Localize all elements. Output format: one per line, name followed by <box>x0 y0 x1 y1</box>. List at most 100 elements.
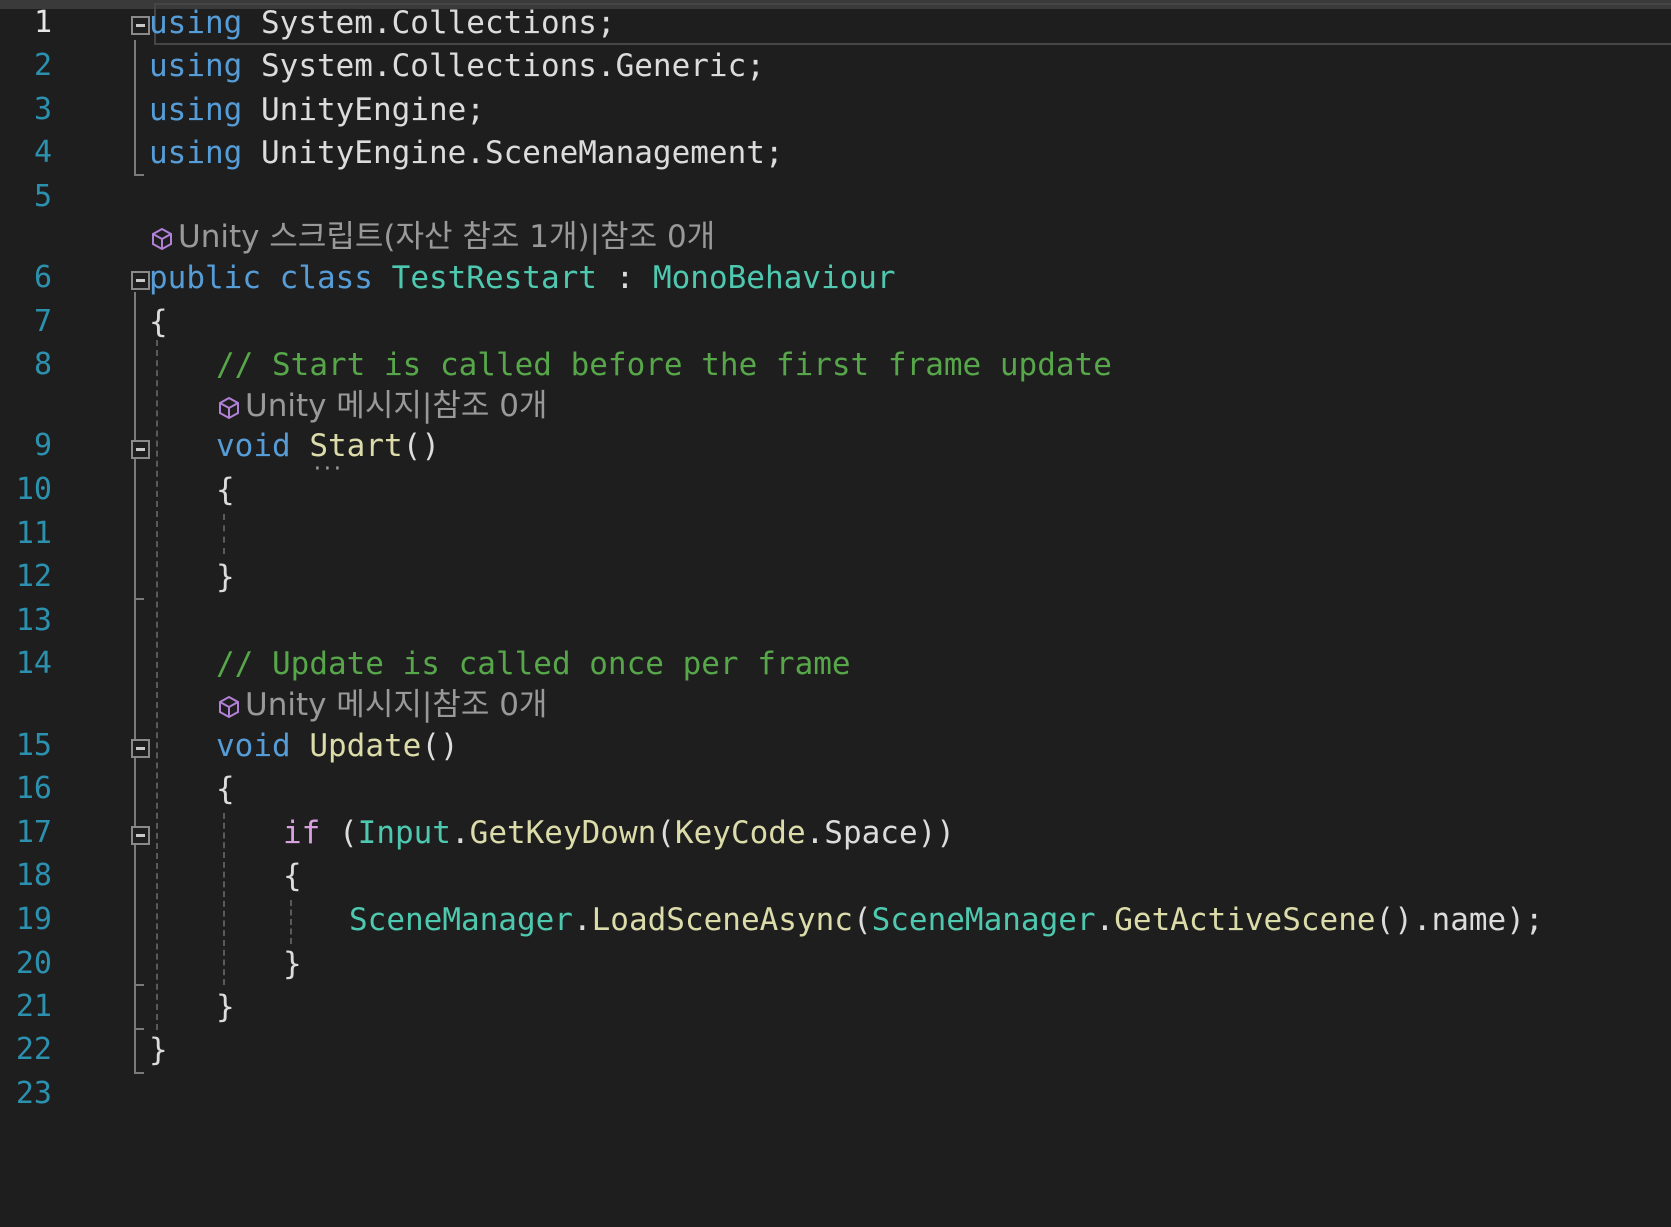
control-keyword: if <box>283 815 321 851</box>
code-text: () <box>421 728 459 764</box>
indent-guide <box>156 340 158 1030</box>
line-number: 14 <box>15 646 52 681</box>
line-number: 17 <box>15 815 52 850</box>
line-number: 10 <box>15 472 52 507</box>
keyword: using <box>149 48 243 84</box>
type-name: SceneManager <box>871 902 1096 938</box>
code-line-12[interactable]: } <box>216 557 235 597</box>
keyword: void <box>216 728 291 764</box>
line-number: 3 <box>33 92 52 127</box>
code-line-15[interactable]: void Update() <box>216 726 459 766</box>
line-number: 8 <box>33 347 52 382</box>
code-line-6[interactable]: public class TestRestart : MonoBehaviour <box>149 258 896 298</box>
code-text: ( <box>852 902 872 938</box>
code-line-7[interactable]: { <box>149 302 168 342</box>
collapse-if-button[interactable] <box>131 826 150 845</box>
line-number: 15 <box>15 728 52 763</box>
method-name: LoadSceneAsync <box>591 902 853 938</box>
code-line-2[interactable]: using System.Collections.Generic; <box>149 46 765 86</box>
codelens-text: Unity 스크립트(자산 참조 1개)|참조 0개 <box>178 219 716 255</box>
code-editor[interactable]: 1 2 3 4 5 6 7 8 9 10 11 12 13 14 15 16 1… <box>0 0 1671 1227</box>
outline-tick <box>134 1028 144 1030</box>
code-text: () <box>402 428 440 464</box>
code-line-3[interactable]: using UnityEngine; <box>149 90 485 130</box>
code-text: ( <box>320 815 358 851</box>
line-number: 19 <box>15 902 52 937</box>
line-number: 20 <box>15 946 52 981</box>
code-text: System.Collections.Generic; <box>242 48 765 84</box>
type-name: Input <box>357 815 451 851</box>
code-line-8[interactable]: // Start is called before the first fram… <box>216 345 1112 385</box>
code-line-9[interactable]: void Start() <box>216 426 440 466</box>
code-text: )) <box>917 815 955 851</box>
codelens-class[interactable]: Unity 스크립트(자산 참조 1개)|참조 0개 <box>150 217 715 261</box>
codelens-text: Unity 메시지|참조 0개 <box>245 687 548 723</box>
line-number: 11 <box>15 516 52 551</box>
indent-guide <box>223 514 225 554</box>
code-text: : <box>596 260 653 296</box>
method-name: Start <box>309 428 402 464</box>
code-line-16[interactable]: { <box>216 769 235 809</box>
codelens-update[interactable]: Unity 메시지|참조 0개 <box>217 685 547 729</box>
collapse-start-button[interactable] <box>131 440 150 459</box>
unity-cube-icon <box>217 390 245 430</box>
line-number: 9 <box>33 428 52 463</box>
method-name: GetKeyDown <box>469 815 657 851</box>
collapse-update-button[interactable] <box>131 739 150 758</box>
enum-name: KeyCode <box>674 815 806 851</box>
outline-tick <box>134 984 144 986</box>
keyword: using <box>149 92 243 128</box>
line-number: 2 <box>33 48 52 83</box>
code-text: ().name); <box>1375 902 1544 938</box>
keyword: public <box>149 260 261 296</box>
codelens-start[interactable]: Unity 메시지|참조 0개 <box>217 386 547 430</box>
line-number: 7 <box>33 304 52 339</box>
base-class-name: MonoBehaviour <box>652 260 896 296</box>
code-line-17[interactable]: if (Input.GetKeyDown(KeyCode.Space)) <box>283 813 955 853</box>
line-number: 4 <box>33 135 52 170</box>
outline-tick <box>134 174 144 176</box>
code-line-20[interactable]: } <box>283 944 302 984</box>
code-line-10[interactable]: { <box>216 470 235 510</box>
code-line-4[interactable]: using UnityEngine.SceneManagement; <box>149 133 784 173</box>
code-text: . <box>450 815 470 851</box>
indent-guide <box>290 900 292 944</box>
line-number: 5 <box>33 179 52 214</box>
line-number: 22 <box>15 1032 52 1067</box>
type-name: SceneManager <box>349 902 573 938</box>
outline-line <box>134 292 136 1074</box>
line-number: 12 <box>15 559 52 594</box>
collapse-using-button[interactable] <box>131 16 150 35</box>
code-text: UnityEngine.SceneManagement; <box>242 135 784 171</box>
code-text: UnityEngine; <box>242 92 485 128</box>
code-line-14[interactable]: // Update is called once per frame <box>216 644 851 684</box>
keyword: void <box>216 428 291 464</box>
line-number: 6 <box>33 260 52 295</box>
keyword: class <box>279 260 373 296</box>
method-name: Update <box>309 728 422 764</box>
outline-tick <box>134 598 144 600</box>
outline-line <box>134 40 136 176</box>
indent-guide <box>223 813 225 985</box>
code-line-22[interactable]: } <box>149 1030 168 1070</box>
class-name: TestRestart <box>391 260 597 296</box>
keyword: using <box>149 5 243 41</box>
line-number: 21 <box>15 989 52 1024</box>
code-line-1[interactable]: using System.Collections; <box>149 3 616 43</box>
collapse-class-button[interactable] <box>131 271 150 290</box>
enum-member: Space <box>824 815 918 851</box>
line-number: 16 <box>15 771 52 806</box>
line-number: 13 <box>15 603 52 638</box>
code-line-21[interactable]: } <box>216 987 235 1027</box>
code-text: System.Collections; <box>242 5 616 41</box>
unity-cube-icon <box>150 221 178 261</box>
code-line-18[interactable]: { <box>283 856 302 896</box>
unity-cube-icon <box>217 689 245 729</box>
outline-tick <box>134 1072 144 1074</box>
keyword: using <box>149 135 243 171</box>
code-text: . <box>805 815 825 851</box>
line-number: 23 <box>15 1076 52 1111</box>
code-text: . <box>572 902 592 938</box>
code-line-19[interactable]: SceneManager.LoadSceneAsync(SceneManager… <box>349 900 1544 940</box>
line-number: 1 <box>33 5 52 40</box>
